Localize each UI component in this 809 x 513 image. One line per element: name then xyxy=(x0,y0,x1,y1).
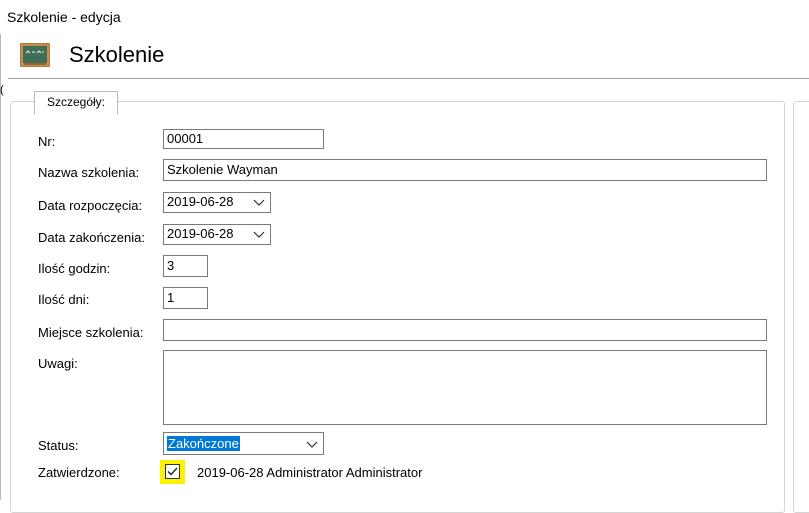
status-label: Status: xyxy=(38,438,79,453)
chevron-down-icon[interactable] xyxy=(253,196,265,208)
status-selected-value: Zakończone xyxy=(167,436,240,451)
start-date-label: Data rozpoczęcia: xyxy=(38,198,143,213)
chevron-down-icon[interactable] xyxy=(253,228,265,240)
approved-checkbox[interactable] xyxy=(165,464,180,479)
end-date-label: Data zakończenia: xyxy=(38,230,145,245)
days-input[interactable]: 1 xyxy=(163,287,208,309)
hours-label: Ilość godzin: xyxy=(38,261,111,276)
start-date-value: 2019-06-28 xyxy=(167,194,234,209)
status-select[interactable]: Zakończone xyxy=(163,432,324,455)
start-date-picker[interactable]: 2019-06-28 xyxy=(163,192,271,213)
end-date-picker[interactable]: 2019-06-28 xyxy=(163,224,271,245)
location-input[interactable] xyxy=(163,319,767,341)
details-group-title: Szczegóły: xyxy=(34,91,118,114)
nr-label: Nr: xyxy=(38,134,56,149)
location-label: Miejsce szkolenia: xyxy=(38,325,144,340)
background-window-glyph: ( xyxy=(0,84,4,96)
chalkboard-icon xyxy=(20,43,50,67)
header-divider xyxy=(8,78,809,79)
approved-label: Zatwierdzone: xyxy=(38,465,120,480)
chevron-down-icon[interactable] xyxy=(306,438,318,450)
side-group-box xyxy=(793,101,809,513)
end-date-value: 2019-06-28 xyxy=(167,226,234,241)
nr-input[interactable]: 00001 xyxy=(163,129,324,149)
notes-textarea[interactable] xyxy=(163,350,767,425)
title-bar[interactable]: Szkolenie - edycja xyxy=(0,0,809,34)
window-title: Szkolenie - edycja xyxy=(7,9,121,25)
hours-input[interactable]: 3 xyxy=(163,255,208,277)
checkmark-icon xyxy=(167,467,178,476)
notes-label: Uwagi: xyxy=(38,356,78,371)
training-name-input[interactable]: Szkolenie Wayman xyxy=(163,159,767,181)
days-label: Ilość dni: xyxy=(38,292,90,307)
approved-info: 2019-06-28 Administrator Administrator xyxy=(197,465,423,480)
training-name-label: Nazwa szkolenia: xyxy=(38,165,140,180)
page-title: Szkolenie xyxy=(69,42,165,67)
